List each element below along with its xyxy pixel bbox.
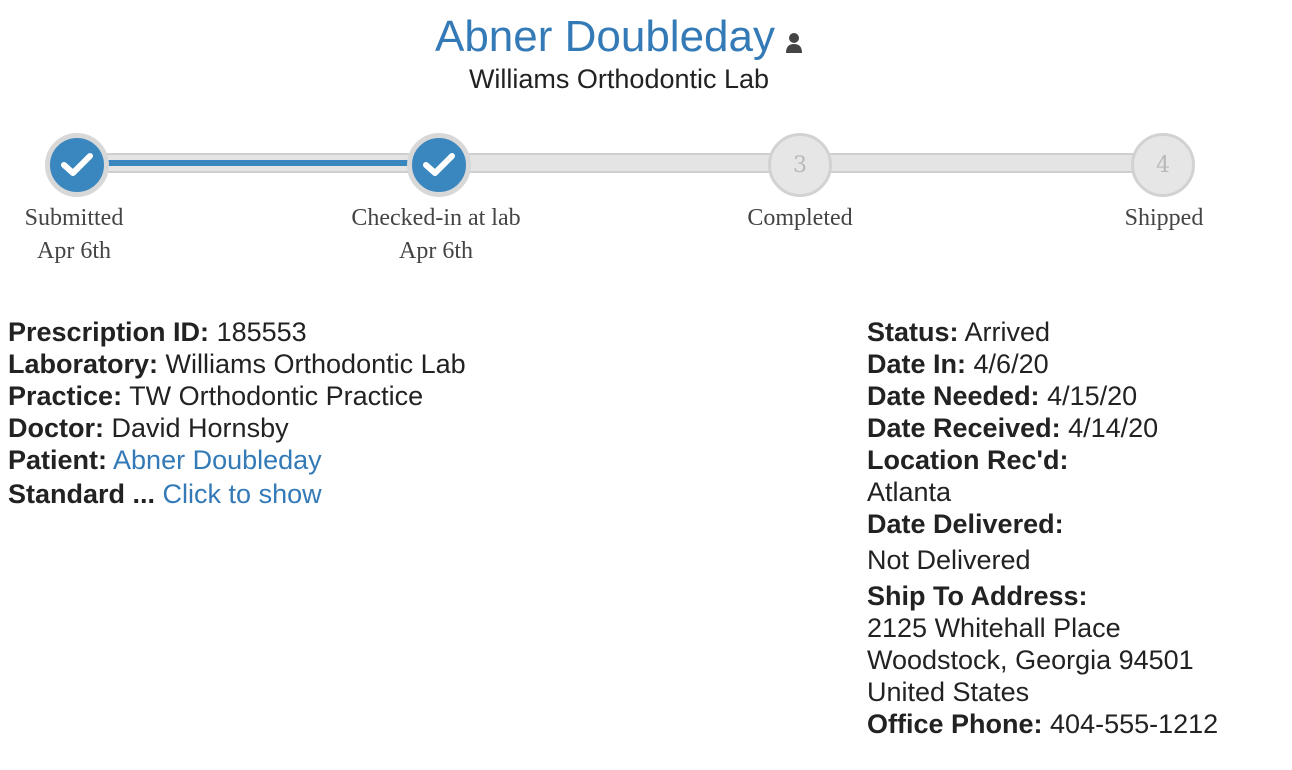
location-value: Atlanta bbox=[867, 477, 952, 507]
step-2-name: Checked-in at lab bbox=[351, 205, 521, 231]
ship-to-label: Ship To Address: bbox=[867, 581, 1088, 611]
step-2-circle bbox=[407, 133, 471, 197]
date-received-value: 4/14/20 bbox=[1068, 413, 1159, 443]
doctor-value: David Hornsby bbox=[111, 413, 289, 443]
address-line-3: United States bbox=[867, 677, 1030, 707]
step-4-number: 4 bbox=[1156, 152, 1170, 178]
doctor-row: Doctor: David Hornsby bbox=[8, 412, 466, 444]
location-row: Location Rec'd: Atlanta bbox=[867, 444, 1218, 508]
step-3-number: 3 bbox=[793, 152, 807, 178]
date-in-value: 4/6/20 bbox=[973, 349, 1049, 379]
office-phone-value: 404-555-1212 bbox=[1050, 709, 1219, 739]
date-in-label: Date In: bbox=[867, 349, 967, 379]
status-row: Status: Arrived bbox=[867, 316, 1218, 348]
prescription-id-row: Prescription ID: 185553 bbox=[8, 316, 466, 348]
check-icon bbox=[61, 153, 93, 176]
office-phone-label: Office Phone: bbox=[867, 709, 1043, 739]
date-needed-label: Date Needed: bbox=[867, 381, 1040, 411]
office-phone-row: Office Phone: 404-555-1212 bbox=[867, 708, 1218, 740]
step-4-circle: 4 bbox=[1131, 133, 1195, 197]
status-value: Arrived bbox=[964, 317, 1051, 347]
step-1-circle bbox=[45, 133, 109, 197]
progress-track-fill bbox=[77, 160, 439, 166]
patient-name-link[interactable]: Abner Doubleday bbox=[435, 10, 775, 64]
date-needed-row: Date Needed: 4/15/20 bbox=[867, 380, 1218, 412]
check-icon bbox=[423, 153, 455, 176]
date-in-row: Date In: 4/6/20 bbox=[867, 348, 1218, 380]
step-3-label: Completed bbox=[680, 202, 920, 235]
date-needed-value: 4/15/20 bbox=[1047, 381, 1138, 411]
laboratory-row: Laboratory: Williams Orthodontic Lab bbox=[8, 348, 466, 380]
laboratory-value: Williams Orthodontic Lab bbox=[165, 349, 466, 379]
standard-row: Standard ... Click to show bbox=[8, 478, 466, 510]
page-header: Abner Doubleday Williams Orthodontic Lab bbox=[0, 10, 1238, 94]
ship-to-row: Ship To Address: 2125 Whitehall Place Wo… bbox=[867, 580, 1218, 708]
step-1-date: Apr 6th bbox=[37, 238, 111, 264]
date-received-label: Date Received: bbox=[867, 413, 1061, 443]
patient-row: Patient: Abner Doubleday bbox=[8, 444, 466, 476]
date-received-row: Date Received: 4/14/20 bbox=[867, 412, 1218, 444]
lab-name: Williams Orthodontic Lab bbox=[468, 64, 770, 94]
prescription-id-value: 185553 bbox=[216, 317, 307, 347]
location-label: Location Rec'd: bbox=[867, 445, 1069, 475]
date-delivered-value: Not Delivered bbox=[867, 545, 1031, 575]
status-details: Status: Arrived Date In: 4/6/20 Date Nee… bbox=[867, 316, 1218, 740]
person-icon bbox=[785, 32, 803, 54]
step-3-name: Completed bbox=[747, 205, 853, 231]
doctor-label: Doctor: bbox=[8, 413, 104, 443]
prescription-id-label: Prescription ID: bbox=[8, 317, 210, 347]
patient-label: Patient: bbox=[8, 445, 108, 475]
patient-link[interactable]: Abner Doubleday bbox=[113, 445, 322, 475]
standard-label: Standard ... bbox=[8, 479, 156, 509]
prescription-details: Prescription ID: 185553 Laboratory: Will… bbox=[8, 316, 466, 510]
step-2-label: Checked-in at lab Apr 6th bbox=[316, 202, 556, 268]
date-delivered-label: Date Delivered: bbox=[867, 509, 1064, 539]
step-4-name: Shipped bbox=[1124, 205, 1204, 231]
step-2-date: Apr 6th bbox=[399, 238, 473, 264]
practice-row: Practice: TW Orthodontic Practice bbox=[8, 380, 466, 412]
date-delivered-row: Date Delivered: Not Delivered bbox=[867, 508, 1218, 576]
step-4-label: Shipped bbox=[1044, 202, 1284, 235]
step-1-name: Submitted bbox=[24, 205, 124, 231]
laboratory-label: Laboratory: bbox=[8, 349, 159, 379]
practice-value: TW Orthodontic Practice bbox=[129, 381, 424, 411]
address-line-1: 2125 Whitehall Place bbox=[867, 613, 1121, 643]
address-line-2: Woodstock, Georgia 94501 bbox=[867, 645, 1194, 675]
step-3-circle: 3 bbox=[768, 133, 832, 197]
step-1-label: Submitted Apr 6th bbox=[0, 202, 194, 268]
click-to-show-link[interactable]: Click to show bbox=[163, 479, 322, 509]
progress-tracker: 3 4 Submitted Apr 6th Checked-in at lab … bbox=[0, 130, 1292, 270]
patient-title: Abner Doubleday bbox=[435, 10, 803, 64]
practice-label: Practice: bbox=[8, 381, 123, 411]
status-label: Status: bbox=[867, 317, 959, 347]
